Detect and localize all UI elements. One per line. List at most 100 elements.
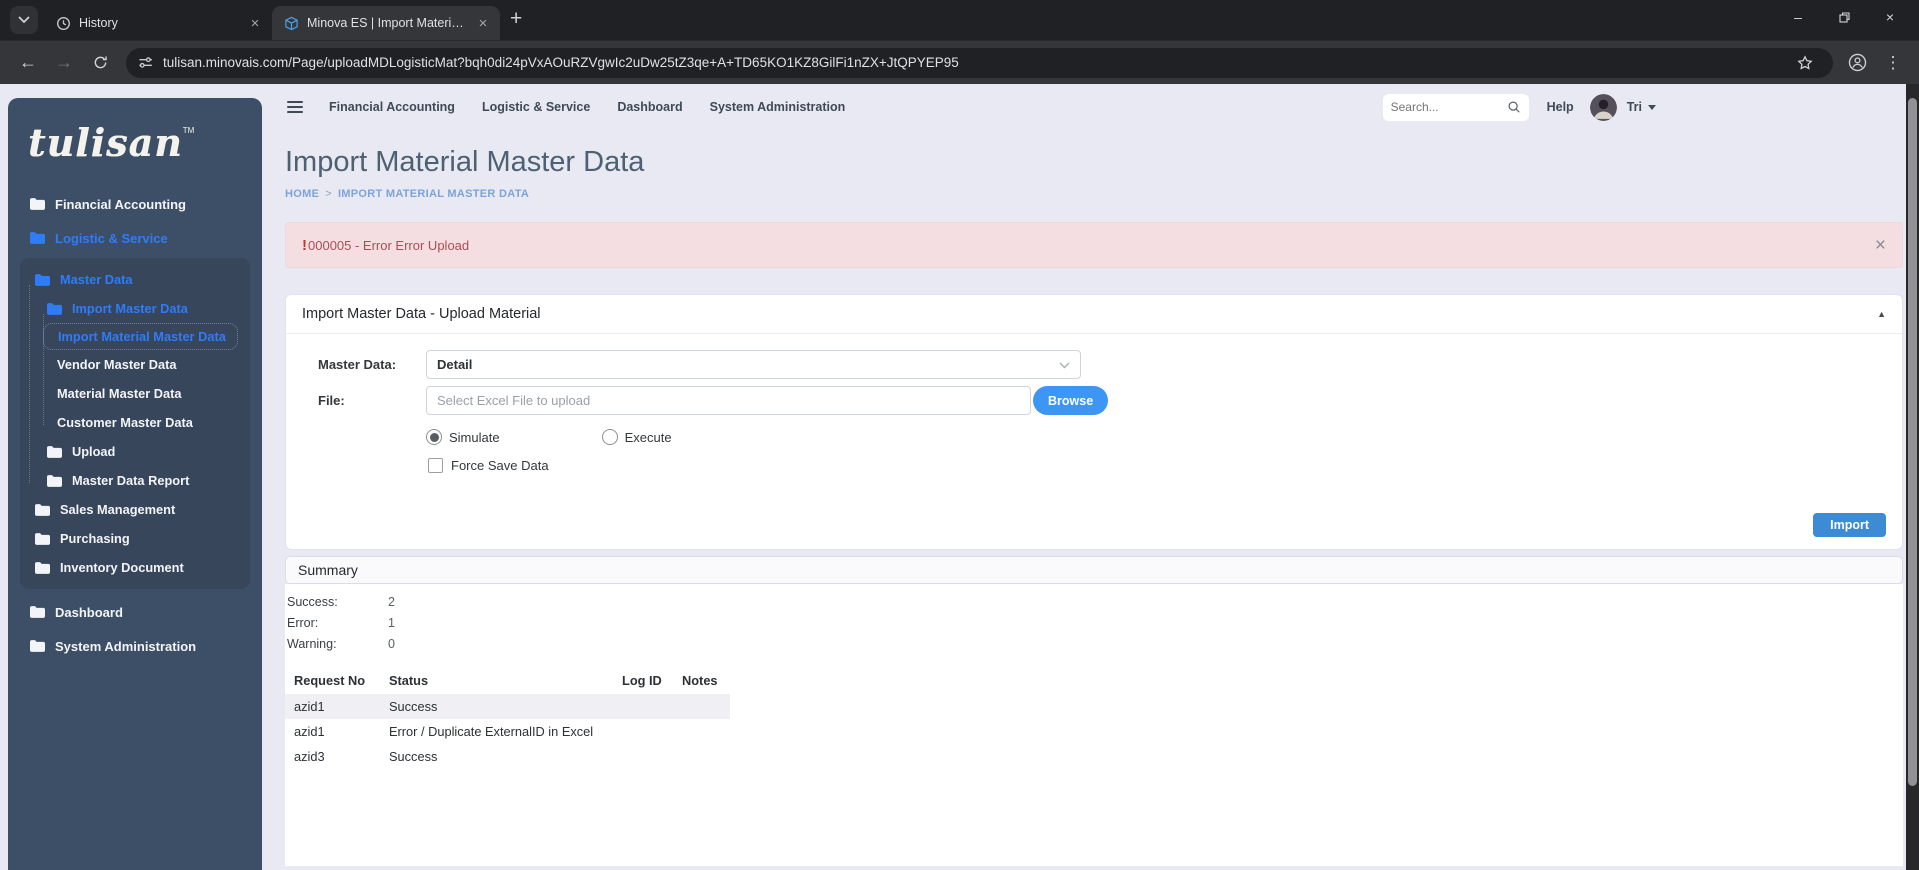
site-settings-tune-icon[interactable] [138, 55, 153, 70]
sidebar-item-label: Import Master Data [72, 301, 188, 316]
tree-guide-line [43, 314, 44, 425]
folder-icon [47, 302, 62, 315]
search-input[interactable] [1390, 100, 1507, 114]
summary-title: Summary [298, 562, 358, 578]
browser-profile-icon[interactable] [1841, 47, 1873, 79]
sidebar-item[interactable]: Dashboard [8, 595, 262, 629]
sidebar-item[interactable]: Upload [20, 437, 250, 466]
logo-text: tulisan [28, 120, 183, 165]
forward-button[interactable]: → [46, 45, 82, 81]
tab-history[interactable]: History × [44, 6, 272, 40]
topnav-link[interactable]: Logistic & Service [482, 100, 590, 114]
user-dropdown-caret-icon[interactable] [1648, 104, 1656, 110]
sidebar-item[interactable]: Import Material Master Data [43, 323, 238, 350]
stat-label: Error: [287, 615, 319, 630]
sidebar-item[interactable]: Financial Accounting [8, 187, 262, 221]
import-button[interactable]: Import [1813, 513, 1886, 537]
sidebar-item[interactable]: System Administration [8, 629, 262, 663]
tab-search-button[interactable] [10, 6, 38, 34]
new-tab-button[interactable]: + [510, 8, 522, 29]
folder-icon [35, 503, 50, 516]
cell-log-id [613, 744, 673, 769]
search-icon[interactable] [1507, 100, 1521, 114]
summary-panel-body: Success: 2 Error: 1 Warning: 0 Request N… [285, 584, 1903, 866]
hamburger-menu-icon[interactable] [287, 101, 303, 113]
back-button[interactable]: ← [10, 45, 46, 81]
upload-panel-header[interactable]: Import Master Data - Upload Material ▲ [286, 295, 1902, 334]
sidebar-item[interactable]: Master Data Report [20, 466, 250, 495]
error-alert-message: 000005 - Error Error Upload [308, 237, 470, 253]
browser-menu-icon[interactable]: ⋮ [1877, 47, 1909, 79]
cell-request-no: azid3 [294, 749, 325, 764]
sidebar-item-label: Master Data Report [72, 473, 190, 488]
cell-log-id [613, 694, 673, 719]
summary-stat-row: Error: 1 [285, 612, 1903, 633]
topnav-link[interactable]: Dashboard [617, 100, 682, 114]
file-input[interactable] [426, 386, 1031, 415]
sidebar-item[interactable]: Customer Master Data [20, 408, 250, 437]
folder-icon [35, 273, 50, 286]
sidebar-item[interactable]: Master Data [20, 265, 250, 294]
sidebar-item[interactable]: Sales Management [20, 495, 250, 524]
sidebar-item-label: Financial Accounting [55, 196, 186, 212]
main-content: Import Material Master Data HOME > IMPORT … [254, 146, 1906, 866]
sidebar-item[interactable]: Logistic & Service [8, 221, 262, 255]
username-label[interactable]: Tri [1627, 100, 1642, 114]
sidebar-item-label: Sales Management [60, 502, 176, 517]
tab-title: History [79, 16, 118, 30]
results-table: Request No Status Log ID Notes azid1 Succes… [285, 667, 730, 769]
cell-status: Success [389, 749, 438, 764]
cell-request-no: azid1 [294, 699, 325, 714]
tree-guide-line [29, 285, 30, 483]
tab-minova-active[interactable]: Minova ES | Import Material Ma × [272, 6, 500, 40]
logo-tm: TM [182, 126, 195, 135]
table-row: azid3 Success [285, 744, 730, 769]
reload-icon [94, 56, 107, 69]
browse-button[interactable]: Browse [1033, 386, 1109, 415]
restore-glyph-icon [1838, 11, 1850, 23]
stat-label: Success: [287, 594, 338, 609]
help-link[interactable]: Help [1547, 100, 1574, 114]
sidebar-item-label: Upload [72, 444, 116, 459]
topnav-link[interactable]: System Administration [710, 100, 846, 114]
topnav-link[interactable]: Financial Accounting [329, 100, 455, 114]
breadcrumb-current: IMPORT MATERIAL MASTER DATA [337, 188, 530, 200]
master-data-select[interactable]: Detail [426, 350, 1081, 379]
page-scrollbar-thumb[interactable] [1908, 98, 1917, 786]
stat-value: 1 [388, 615, 395, 630]
upload-panel-title: Import Master Data - Upload Material [302, 306, 541, 322]
sidebar-item[interactable]: Inventory Document [20, 553, 250, 582]
upload-panel: Import Master Data - Upload Material ▲ M… [285, 294, 1903, 550]
sidebar-item[interactable]: Material Master Data [20, 379, 250, 408]
tab-close-icon[interactable]: × [474, 14, 492, 32]
radio-unselected-icon [601, 429, 618, 445]
breadcrumb: HOME > IMPORT MATERIAL MASTER DATA [285, 188, 1903, 200]
bookmark-star-icon[interactable] [1789, 47, 1821, 79]
user-avatar[interactable] [1589, 93, 1617, 121]
cell-status: Success [389, 699, 438, 714]
url-omnibox[interactable]: tulisan.minovais.com/Page/uploadMDLogist… [126, 47, 1833, 79]
force-save-label: Force Save Data [451, 458, 549, 473]
page-title: Import Material Master Data [285, 146, 645, 178]
tab-close-icon[interactable]: × [246, 14, 264, 32]
execute-radio[interactable]: Execute [601, 429, 672, 445]
alert-close-icon[interactable]: × [1875, 236, 1886, 255]
folder-icon [47, 445, 62, 458]
sidebar-item[interactable]: Purchasing [20, 524, 250, 553]
window-minimize-icon[interactable]: – [1775, 0, 1821, 34]
topnav-links: Financial Accounting Logistic & Service Da… [329, 100, 845, 114]
force-save-checkbox[interactable]: Force Save Data [428, 458, 1886, 473]
reload-button[interactable] [82, 45, 118, 81]
breadcrumb-home[interactable]: HOME [285, 188, 319, 200]
page-scrollbar-track[interactable] [1906, 84, 1919, 870]
sidebar-item[interactable]: Vendor Master Data [20, 350, 250, 379]
cube-favicon-icon [285, 16, 298, 30]
collapse-caret-icon[interactable]: ▲ [1877, 309, 1886, 319]
sidebar-item[interactable]: Import Master Data [20, 294, 250, 323]
table-row: azid1 Success [285, 694, 730, 719]
folder-icon [35, 532, 50, 545]
window-restore-icon[interactable] [1821, 0, 1867, 34]
window-close-icon[interactable]: × [1867, 0, 1913, 34]
simulate-radio[interactable]: Simulate [426, 429, 500, 445]
sidebar-item-label: System Administration [55, 638, 197, 654]
